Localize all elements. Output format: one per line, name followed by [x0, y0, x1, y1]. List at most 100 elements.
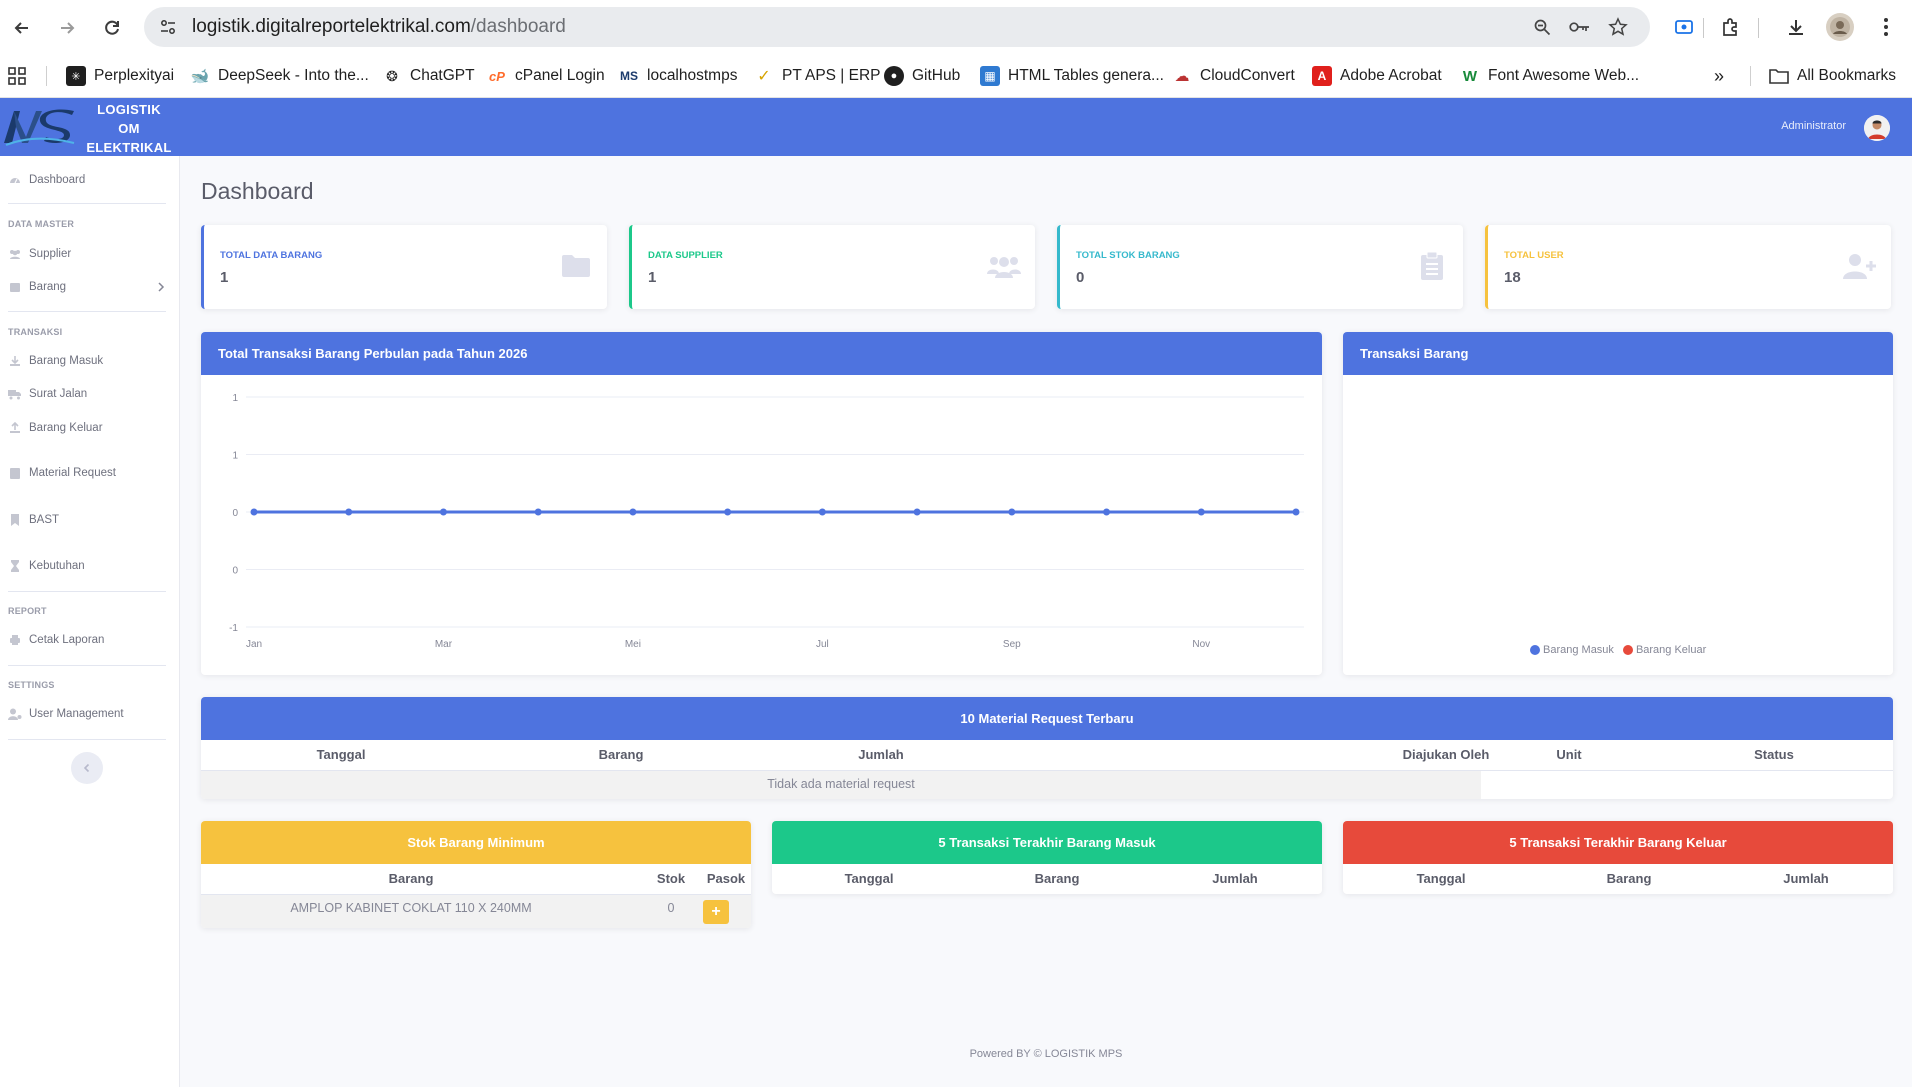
all-bookmarks-label: All Bookmarks [1797, 67, 1897, 84]
legend-label-keluar[interactable]: Barang Keluar [1636, 644, 1706, 656]
user-name[interactable]: Administrator [1781, 120, 1846, 132]
material-request-card: 10 Material Request Terbaru Tanggal Bara… [201, 697, 1893, 799]
zoom-icon[interactable] [1530, 15, 1554, 39]
all-bookmarks-button[interactable]: All Bookmarks [1769, 64, 1896, 88]
sidebar-item-dashboard[interactable]: Dashboard [8, 170, 85, 190]
cpanel-icon: cP [489, 68, 505, 84]
forward-icon[interactable] [51, 12, 83, 44]
mr-header-unit: Unit [1556, 747, 1582, 762]
sidebar-item-label: Barang [29, 281, 67, 293]
sidebar-item-supplier[interactable]: Supplier [8, 244, 71, 264]
transaksi-keluar-title: 5 Transaksi Terakhir Barang Keluar [1343, 821, 1893, 864]
sidebar-toggle-button[interactable] [71, 752, 103, 784]
sidebar-item-material-request[interactable]: Material Request [8, 463, 116, 483]
line-chart[interactable]: 1 1 0 0 -1 Jan Mar Mei Jul Sep Nov [201, 375, 1322, 675]
bookmarks-divider-2 [1750, 66, 1751, 86]
mr-header-tanggal: Tanggal [316, 747, 366, 762]
bookmark-fontawesome[interactable]: W Font Awesome Web... [1460, 64, 1639, 88]
screencast-icon[interactable] [1670, 13, 1698, 41]
bookmark-label: Perplexityai [94, 67, 175, 84]
x-tick-label: Mei [625, 639, 641, 650]
stat-label: TOTAL USER [1504, 250, 1564, 261]
browser-toolbar: logistik.digitalreportelektrikal.com/das… [0, 0, 1912, 54]
download-icon[interactable] [1782, 13, 1810, 41]
chevron-right-icon[interactable] [156, 282, 166, 292]
aps-icon: ✓ [757, 68, 771, 85]
menu-kebab-icon[interactable] [1872, 13, 1900, 41]
stat-card-total-barang[interactable]: TOTAL DATA BARANG 1 [201, 225, 607, 309]
pasok-add-button[interactable]: + [703, 900, 729, 924]
data-point [250, 508, 258, 516]
sidebar-item-label: BAST [29, 514, 60, 526]
key-icon[interactable] [1568, 15, 1592, 39]
bookmark-icon [8, 513, 22, 527]
legend-label-masuk[interactable]: Barang Masuk [1543, 644, 1614, 656]
back-icon[interactable] [6, 12, 38, 44]
cloud-icon: ☁ [1174, 68, 1190, 85]
bookmark-deepseek[interactable]: 🐋 DeepSeek - Into the... [190, 64, 369, 88]
bookmark-ptaps[interactable]: ✓ PT APS | ERP [754, 64, 881, 88]
user-avatar[interactable] [1864, 115, 1890, 141]
profile-avatar-icon[interactable] [1826, 13, 1854, 41]
address-bar[interactable]: logistik.digitalreportelektrikal.com/das… [144, 7, 1650, 47]
stat-card-total-stok[interactable]: TOTAL STOK BARANG 0 [1057, 225, 1463, 309]
apps-grid-icon[interactable] [8, 64, 26, 88]
bookmark-cpanel[interactable]: cP cPanel Login [487, 64, 605, 88]
toolbar-divider-2 [1758, 18, 1759, 38]
bookmark-chatgpt[interactable]: ❂ ChatGPT [382, 64, 474, 88]
sidebar-item-user-management[interactable]: User Management [8, 704, 124, 724]
bookmark-localhostmps[interactable]: MS localhostmps [619, 64, 737, 88]
app-topbar [0, 98, 1912, 156]
brand-name[interactable]: LOGISTIK OM ELEKTRIKAL [80, 100, 178, 157]
bookmark-label: DeepSeek - Into the... [218, 67, 369, 84]
brand-logo-icon[interactable] [2, 107, 76, 147]
sidebar-item-barang-masuk[interactable]: Barang Masuk [8, 351, 103, 371]
bookmarks-divider [46, 66, 47, 86]
more-bookmarks-button[interactable]: » [1714, 64, 1724, 88]
sidebar-heading-settings: SETTINGS [8, 680, 55, 690]
sidebar-item-surat-jalan[interactable]: Surat Jalan [8, 384, 87, 404]
fontawesome-icon: W [1462, 67, 1478, 85]
mr-header-diajukan-oleh: Diajukan Oleh [1402, 747, 1490, 762]
stok-header-pasok: Pasok [706, 871, 746, 886]
url-text[interactable]: logistik.digitalreportelektrikal.com/das… [192, 16, 566, 38]
sidebar-item-barang[interactable]: Barang [8, 277, 66, 297]
mr-header-status: Status [1754, 747, 1794, 762]
sidebar-item-cetak-laporan[interactable]: Cetak Laporan [8, 630, 104, 650]
box-icon [8, 280, 22, 294]
sidebar-divider [8, 665, 166, 666]
sidebar-item-label: Cetak Laporan [29, 634, 105, 646]
sidebar-divider [8, 591, 166, 592]
extensions-icon[interactable] [1716, 13, 1744, 41]
sidebar-item-kebutuhan[interactable]: Kebutuhan [8, 556, 85, 576]
data-point [629, 508, 637, 516]
y-tick-label: 0 [232, 566, 238, 577]
sidebar-item-barang-keluar[interactable]: Barang Keluar [8, 418, 103, 438]
star-icon[interactable] [1606, 15, 1630, 39]
reload-icon[interactable] [96, 12, 128, 44]
stok-minimum-title: Stok Barang Minimum [201, 821, 751, 864]
bookmark-github[interactable]: ● GitHub [884, 64, 960, 88]
site-info-icon[interactable] [156, 15, 180, 39]
sidebar-divider [8, 203, 166, 204]
bookmark-perplexity[interactable]: ✳ Perplexityai [66, 64, 174, 88]
sidebar-item-bast[interactable]: BAST [8, 510, 59, 530]
mps-icon: MS [620, 69, 638, 83]
folder-icon [559, 251, 593, 281]
stat-label: TOTAL DATA BARANG [220, 250, 323, 261]
keluar-header-tanggal: Tanggal [1416, 871, 1466, 886]
stat-card-data-supplier[interactable]: DATA SUPPLIER 1 [629, 225, 1035, 309]
bookmark-acrobat[interactable]: A Adobe Acrobat [1312, 64, 1442, 88]
sidebar-heading-transaksi: TRANSAKSI [8, 327, 63, 337]
sidebar-item-label: User Management [29, 708, 124, 720]
bookmark-label: PT APS | ERP [782, 67, 881, 84]
bookmark-cloudconvert[interactable]: ☁ CloudConvert [1172, 64, 1295, 88]
chevron-left-icon [83, 763, 90, 773]
sidebar-item-label: Kebutuhan [29, 560, 85, 572]
bookmark-html-tables[interactable]: ▦ HTML Tables genera... [980, 64, 1164, 88]
table-icon: ▦ [980, 66, 1000, 86]
x-tick-label: Jan [246, 639, 262, 650]
sidebar-item-label: Surat Jalan [29, 388, 88, 400]
transaksi-masuk-title: 5 Transaksi Terakhir Barang Masuk [772, 821, 1322, 864]
stat-card-total-user[interactable]: TOTAL USER 18 [1485, 225, 1891, 309]
